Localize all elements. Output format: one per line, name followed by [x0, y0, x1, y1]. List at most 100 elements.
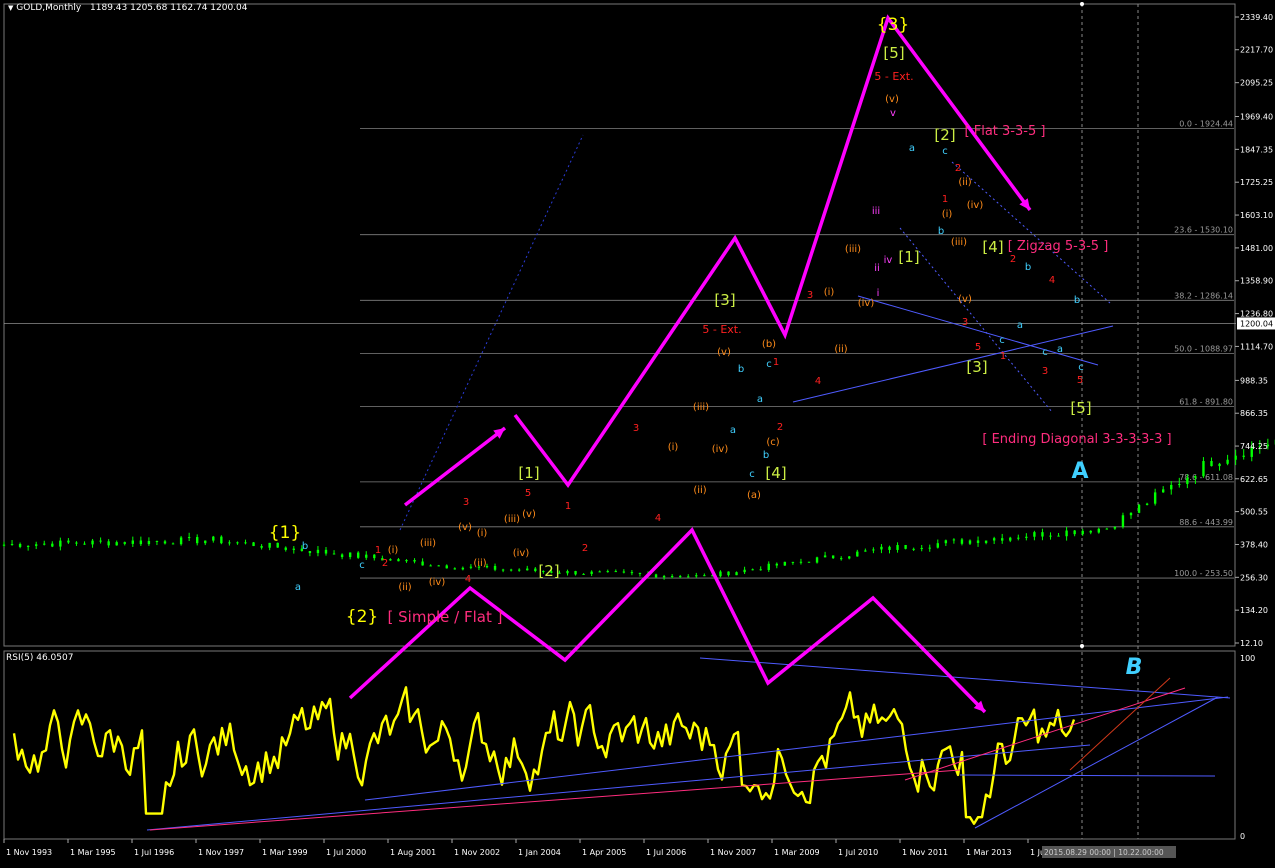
- price-candle-body: [493, 565, 497, 570]
- wave-label-minor: (v): [958, 294, 972, 305]
- price-candle-body: [735, 572, 738, 576]
- x-tick-label: 1 Jul 2006: [646, 848, 686, 857]
- price-candle-body: [518, 569, 521, 571]
- price-candle-body: [1210, 461, 1213, 467]
- price-candle-body: [316, 549, 320, 554]
- price-candle-body: [703, 575, 706, 577]
- price-candle-body: [405, 559, 408, 562]
- price-candle-body: [91, 540, 94, 545]
- price-candle-body: [1073, 530, 1076, 535]
- wave-label-minor: 5: [1077, 375, 1083, 386]
- price-candle-body: [1097, 528, 1100, 533]
- price-candle-body: [252, 542, 255, 547]
- wave-label-minor: i: [877, 288, 880, 299]
- price-candle-body: [1041, 532, 1044, 537]
- wave-label-intermediate-1: [1]: [518, 464, 539, 482]
- price-candle-body: [268, 542, 271, 548]
- price-candle-body: [389, 559, 392, 561]
- price-candle-body: [469, 566, 473, 568]
- y-tick-label: 1725.25: [1240, 178, 1273, 187]
- wave-label-intermediate-5: [5]: [1070, 399, 1091, 417]
- price-candle-body: [880, 546, 883, 550]
- y-tick-label: 378.40: [1240, 540, 1268, 549]
- price-candle-body: [1105, 528, 1109, 530]
- price-candle-body: [775, 563, 778, 566]
- wave-label-minor: 2: [582, 543, 588, 554]
- price-candle-body: [695, 575, 698, 577]
- x-tick-label: 1 Jan 2004: [518, 848, 561, 857]
- x-tick-label: 1 Jul 2000: [326, 848, 366, 857]
- gold-monthly-chart[interactable]: 0.0 - 1924.44 23.6 - 1530.10 38.2 - 1286.1…: [0, 0, 1275, 868]
- wave-label-minor: 1: [375, 545, 381, 556]
- y-tick-label: 744.25: [1240, 442, 1268, 451]
- y-tick-label: 1358.90: [1240, 277, 1273, 286]
- wave-label-minor: 4: [1049, 275, 1055, 286]
- wave-label-minor: (ii): [693, 485, 706, 496]
- price-candle-body: [43, 543, 46, 545]
- fib-level-label: 88.6 - 443.99: [1179, 518, 1233, 527]
- wave-label-minor: (iii): [420, 538, 436, 549]
- price-candle-body: [944, 540, 948, 544]
- price-candle-body: [35, 544, 38, 546]
- projection-marker: [1080, 644, 1084, 648]
- x-tick-label: 1 Nov 2007: [710, 848, 756, 857]
- price-candle-body: [767, 563, 770, 570]
- rsi-y-tick-label: 100: [1240, 654, 1255, 663]
- price-candle-body: [1121, 515, 1125, 527]
- price-candle-body: [332, 553, 336, 555]
- wave-label-minor: 2: [1010, 254, 1016, 265]
- wave-label-minor: a: [1057, 344, 1063, 355]
- price-candle-body: [107, 541, 110, 546]
- price-candle-body: [791, 561, 795, 563]
- wave-label-major-3: {3}: [877, 15, 909, 35]
- price-candle-body: [1162, 489, 1165, 493]
- price-candle-body: [292, 548, 295, 550]
- price-candle-body: [10, 543, 14, 545]
- rsi-y-tick-label: 0: [1240, 832, 1245, 841]
- price-candle-body: [896, 545, 899, 550]
- price-candle-body: [357, 552, 360, 558]
- price-candle-body: [139, 540, 143, 545]
- y-tick-label: 988.35: [1240, 376, 1268, 385]
- y-tick-label: 1481.00: [1240, 244, 1273, 253]
- price-candle-body: [365, 554, 368, 558]
- price-candle-body: [51, 543, 54, 547]
- ohlc-label: 1189.43 1205.68 1162.74 1200.04: [90, 3, 248, 13]
- x-tick-label: 1 Nov 2002: [454, 848, 500, 857]
- price-candle-body: [574, 571, 577, 575]
- price-candle-body: [582, 573, 585, 575]
- price-candle-body: [968, 540, 972, 544]
- y-tick-label: 1847.35: [1240, 145, 1273, 154]
- price-candle-body: [429, 565, 432, 567]
- wave-label-minor: (v): [717, 347, 731, 358]
- y-tick-label: 1969.40: [1240, 113, 1273, 122]
- price-candle-body: [308, 551, 312, 554]
- y-tick-label: 1114.70: [1240, 342, 1273, 351]
- price-candle-body: [324, 549, 328, 554]
- wave-label-intermediate-3: [3]: [966, 358, 987, 376]
- wave-label-minor: (ii): [834, 344, 847, 355]
- x-tick-label: 1 Jul 1996: [134, 848, 174, 857]
- wave-label-minor: (ii): [398, 582, 411, 593]
- wave-label-minor: 3: [633, 423, 639, 434]
- wave-label-minor: 3: [962, 317, 968, 328]
- price-candle-body: [187, 537, 191, 539]
- x-tick-label: 1 Nov 2011: [902, 848, 948, 857]
- price-candle-body: [976, 540, 980, 543]
- wave-label-minor: 3: [1042, 366, 1048, 377]
- price-candle-body: [18, 543, 22, 547]
- price-candle-body: [912, 548, 915, 550]
- wave-label-minor: (v): [458, 522, 472, 533]
- wave-label-intermediate-1: [1]: [898, 248, 919, 266]
- x-tick-label: 1 Mar 2013: [966, 848, 1012, 857]
- wave-label-minor: iii: [872, 206, 880, 217]
- wave-label-intermediate-2: [2]: [538, 562, 559, 580]
- x-tick-label: 1 Mar 1995: [70, 848, 116, 857]
- price-candle-body: [1033, 532, 1036, 537]
- price-candle-body: [437, 565, 440, 567]
- wave-label-minor: 1: [1000, 351, 1006, 362]
- wave-label-minor: (iii): [504, 514, 520, 525]
- price-candle-body: [131, 540, 134, 544]
- price-candle-body: [952, 539, 956, 541]
- price-candle-body: [638, 572, 642, 574]
